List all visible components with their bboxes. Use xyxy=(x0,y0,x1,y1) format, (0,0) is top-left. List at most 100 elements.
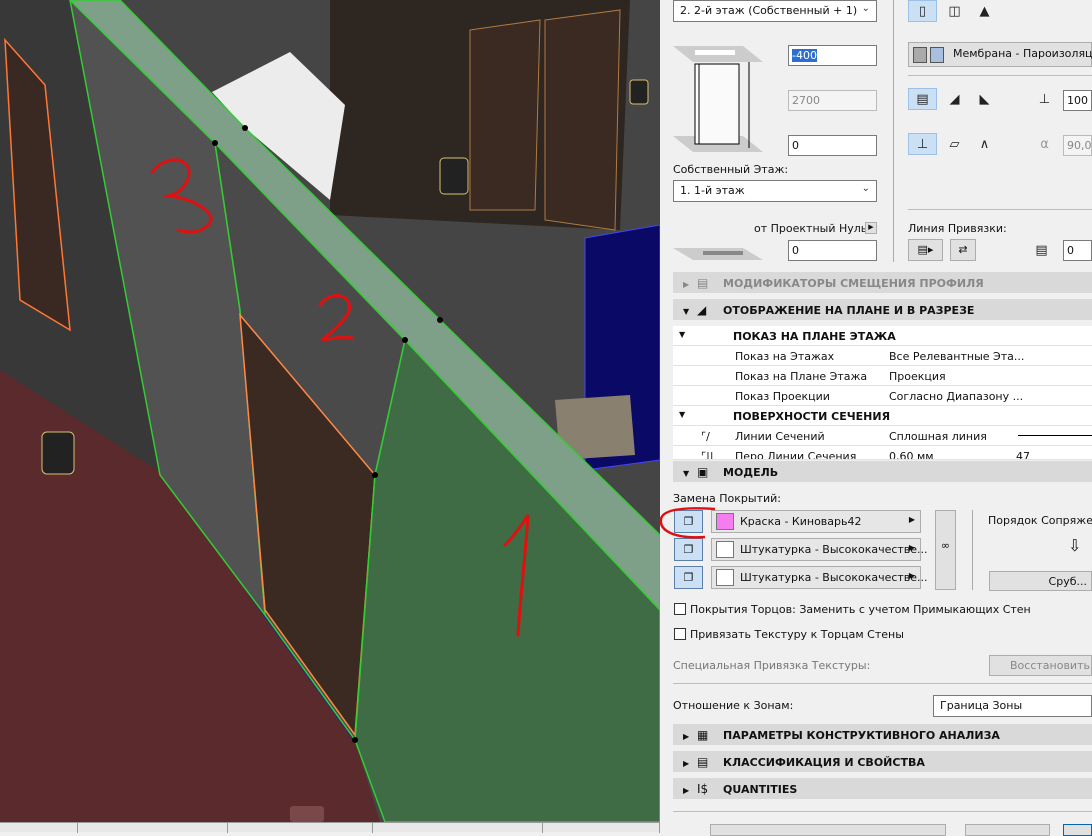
profile-structure-icon[interactable]: ▲ xyxy=(970,0,999,22)
tree-row[interactable]: Показ на Плане Этажа Проекция xyxy=(673,366,1092,386)
section-classification[interactable]: ▶ ▤ КЛАССИФИКАЦИЯ И СВОЙСТВА xyxy=(673,751,1092,772)
chain-link-icon: ∞ xyxy=(940,539,951,552)
vertical-wall-icon[interactable]: ⊥ xyxy=(908,133,937,155)
tree-row[interactable]: Показ на Этажах Все Релевантные Эта... xyxy=(673,346,1092,366)
tree-row[interactable]: ⌜|| Перо Линии Сечения 0,60 мм 47 xyxy=(673,446,1092,460)
top-link-story-dropdown[interactable]: 2. 2-й этаж (Собственный + 1) ⌄ xyxy=(673,0,877,22)
top-offset-input[interactable]: -400 xyxy=(788,45,877,66)
top-link-story-value: 2. 2-й этаж (Собственный + 1) xyxy=(680,4,858,17)
building-material-picker[interactable]: Мембрана - Пароизоляция xyxy=(908,42,1092,67)
basic-structure-icon[interactable]: ▯ xyxy=(908,0,937,22)
home-story-value: 1. 1-й этаж xyxy=(680,184,745,197)
cut-line-icon: ⌜∕ xyxy=(701,430,710,443)
section-title: КЛАССИФИКАЦИЯ И СВОЙСТВА xyxy=(723,756,925,769)
material-swatch-gray xyxy=(913,47,927,63)
thickness-icon: ⊥ xyxy=(1038,91,1051,107)
section-plan-and-section[interactable]: ▼ ◢ ОТОБРАЖЕНИЕ НА ПЛАНЕ И В РАЗРЕЗЕ xyxy=(673,299,1092,320)
double-slanted-wall-icon[interactable]: ∧ xyxy=(970,133,999,155)
expand-arrow-icon: ▶ xyxy=(683,759,690,768)
arrow-right-icon: ▶ xyxy=(908,543,915,552)
texture-edges-checkbox[interactable] xyxy=(674,628,686,640)
reference-line-button[interactable]: ▤▸ xyxy=(908,239,943,261)
group-title: ПОКАЗ НА ПЛАНЕ ЭТАЖА xyxy=(733,330,896,343)
edge-surfaces-checkbox[interactable] xyxy=(674,603,686,615)
home-story-dropdown[interactable]: 1. 1-й этаж ⌄ xyxy=(673,180,877,202)
profile-icon: ▤ xyxy=(697,276,709,290)
row-value[interactable]: Проекция xyxy=(889,370,946,383)
section-model[interactable]: ▼ ▣ МОДЕЛЬ xyxy=(673,461,1092,482)
reference-offset-input[interactable]: 0 xyxy=(788,240,877,261)
edge-surfaces-label: Покрытия Торцов: Заменить с учетом Примы… xyxy=(690,603,1031,616)
chevron-down-icon: ⌄ xyxy=(861,183,870,194)
row-value[interactable]: Согласно Диапазону ... xyxy=(889,390,1023,403)
bottom-offset-input[interactable]: 0 xyxy=(788,135,877,156)
zone-relation-dropdown[interactable]: Граница Зоны xyxy=(933,695,1092,717)
junction-order-button[interactable]: Сруб... xyxy=(989,571,1092,591)
pen-number[interactable]: 47 xyxy=(1016,450,1030,459)
row-value[interactable]: Сплошная линия xyxy=(889,430,987,443)
reference-level-label: от Проектный Нуль xyxy=(754,222,868,235)
row-label: Показ Проекции xyxy=(735,390,830,403)
top-offset-value: -400 xyxy=(792,49,817,62)
bottom-level-icon xyxy=(673,248,763,260)
thickness-input[interactable]: 100 xyxy=(1063,90,1092,111)
surface-override-label: Замена Покрытий: xyxy=(673,492,782,505)
cancel-button[interactable] xyxy=(965,824,1050,836)
line-type-preview xyxy=(1018,435,1092,436)
tree-row[interactable]: ⌜∕ Линии Сечений Сплошная линия xyxy=(673,426,1092,446)
surface-name: Краска - Киноварь42 xyxy=(740,515,862,528)
layer-dropdown[interactable] xyxy=(710,824,946,836)
expand-arrow-icon: ▶ xyxy=(683,786,690,795)
link-surfaces-button[interactable]: ∞ xyxy=(935,510,956,590)
surface-picker-3[interactable]: Штукатурка - Высококачестве... ▶ xyxy=(711,566,928,589)
section-title: QUANTITIES xyxy=(723,783,798,796)
composite-structure-icon[interactable]: ◫ xyxy=(940,0,969,22)
navigator-tab[interactable] xyxy=(290,806,324,822)
section-quantities[interactable]: ▶ I$ QUANTITIES xyxy=(673,778,1092,799)
surface-name: Штукатурка - Высококачестве... xyxy=(740,571,928,584)
wall-height-diagram-icon xyxy=(673,46,763,152)
slanted-wall-icon[interactable]: ▱ xyxy=(940,133,969,155)
structural-icon: ▦ xyxy=(697,728,709,742)
3d-scene[interactable] xyxy=(0,0,660,822)
trapezoid-wall-icon[interactable]: ◢ xyxy=(940,88,969,110)
tree-group-cut-surfaces[interactable]: ▼ ПОВЕРХНОСТИ СЕЧЕНИЯ xyxy=(673,406,1092,426)
surface-swatch xyxy=(716,569,734,586)
surface-name: Штукатурка - Высококачестве... xyxy=(740,543,928,556)
collapse-arrow-icon: ▼ xyxy=(679,410,686,419)
row-value[interactable]: 0,60 мм xyxy=(889,450,934,459)
polygonal-wall-icon[interactable]: ◣ xyxy=(970,88,999,110)
override-surface-toggle-3[interactable]: ❐ xyxy=(674,566,703,589)
junction-order-label: Порядок Сопряжен xyxy=(988,514,1092,527)
home-story-label: Собственный Этаж: xyxy=(673,163,789,176)
3d-viewport[interactable] xyxy=(0,0,660,822)
building-material-value: Мембрана - Пароизоляция xyxy=(953,47,1092,60)
angle-icon: α xyxy=(1040,136,1049,152)
flip-reference-button[interactable]: ⇄ xyxy=(950,239,976,261)
chevron-down-icon: ⌄ xyxy=(861,3,870,14)
height-input[interactable]: 2700 xyxy=(788,90,877,111)
texture-edges-label: Привязать Текстуру к Торцам Стены xyxy=(690,628,904,641)
reference-line-label: Линия Привязки: xyxy=(908,222,1007,235)
section-profile-modifiers[interactable]: ▶ ▤ МОДИФИКАТОРЫ СМЕЩЕНИЯ ПРОФИЛЯ xyxy=(673,272,1092,293)
section-structural-analysis[interactable]: ▶ ▦ ПАРАМЕТРЫ КОНСТРУКТИВНОГО АНАЛИЗА xyxy=(673,724,1092,745)
restore-texture-button[interactable]: Восстановить Т xyxy=(989,655,1092,676)
ok-button[interactable] xyxy=(1063,824,1092,836)
row-value[interactable]: Все Релевантные Эта... xyxy=(889,350,1024,363)
straight-wall-icon[interactable]: ▤ xyxy=(908,88,937,110)
row-label: Показ на Плане Этажа xyxy=(735,370,868,383)
row-label: Линии Сечений xyxy=(735,430,825,443)
section-title: МОДЕЛЬ xyxy=(723,466,779,479)
angle-input[interactable]: 90,00 xyxy=(1063,135,1092,156)
status-bar xyxy=(0,822,660,833)
tree-group-floor-plan-display[interactable]: ▼ ПОКАЗ НА ПЛАНЕ ЭТАЖА xyxy=(673,326,1092,346)
reference-line-offset-input[interactable]: 0 xyxy=(1063,240,1092,261)
arrow-right-icon: ▶ xyxy=(908,571,915,580)
arrow-right-icon: ▶ xyxy=(908,515,915,524)
texture-align-label: Специальная Привязка Текстуры: xyxy=(673,659,871,672)
cube-side-icon: ❐ xyxy=(683,571,694,584)
reference-level-arrow-button[interactable]: ▶ xyxy=(865,222,877,234)
model-box-icon: ▣ xyxy=(697,465,709,479)
tree-row[interactable]: Показ Проекции Согласно Диапазону ... xyxy=(673,386,1092,406)
cut-pen-icon: ⌜|| xyxy=(701,450,714,460)
